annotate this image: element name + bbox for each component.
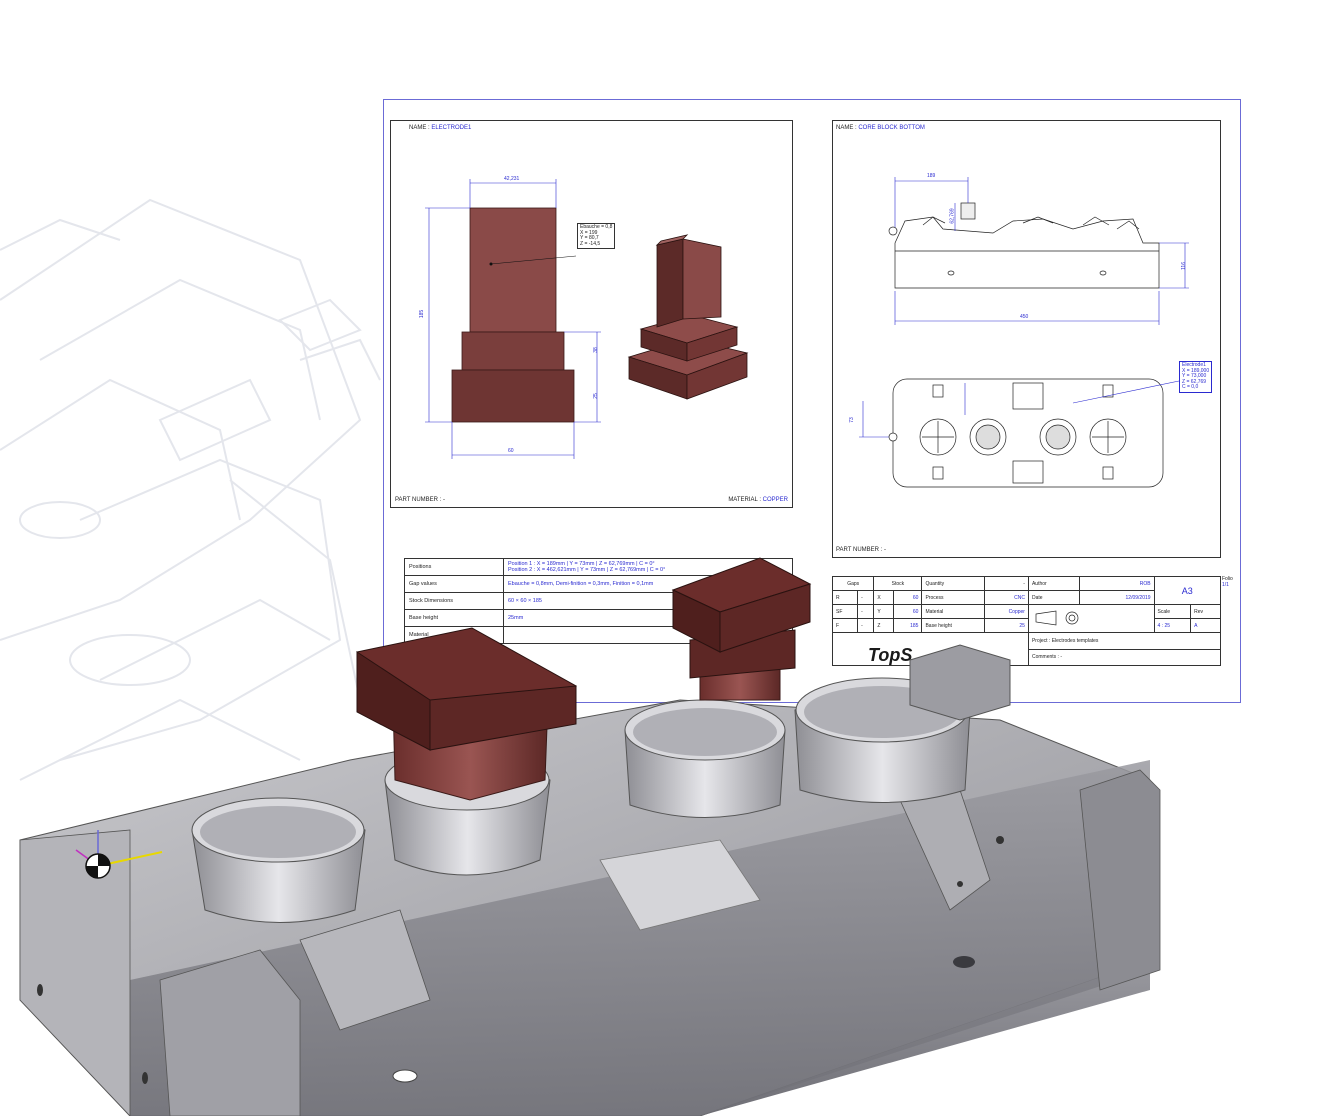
core-block-3d-model[interactable] bbox=[0, 0, 1324, 1116]
